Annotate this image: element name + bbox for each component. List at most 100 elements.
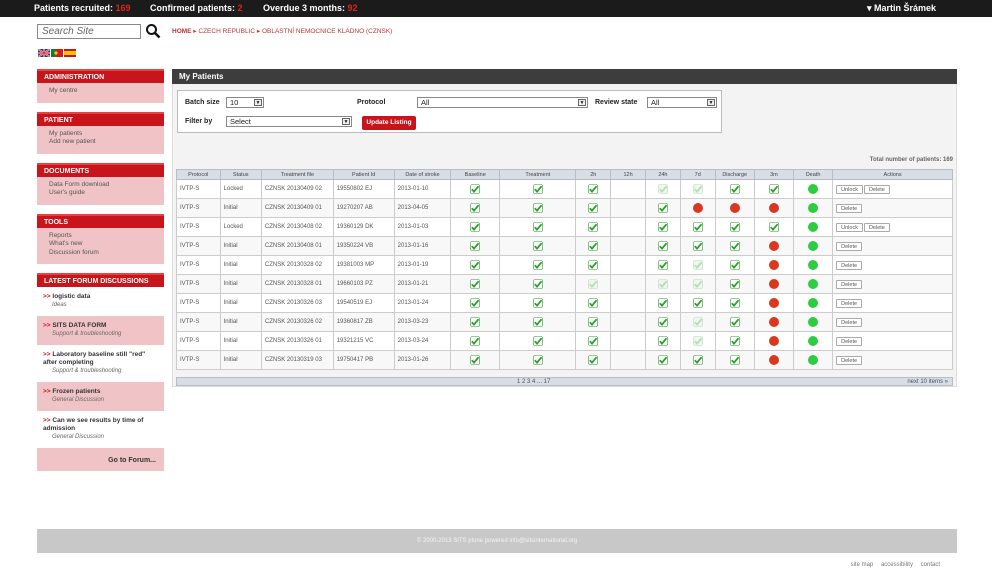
status-cell[interactable] [575,179,612,199]
portugal-flag-icon[interactable] [51,49,63,57]
status-cell[interactable] [679,236,716,256]
delete-button[interactable]: Delete [836,279,863,289]
column-header[interactable]: Date of stroke [393,169,452,180]
status-cell[interactable] [645,198,681,218]
column-header[interactable]: Actions [832,169,953,180]
status-cell[interactable] [645,255,681,275]
status-cell[interactable] [575,274,612,294]
status-cell[interactable] [575,217,612,237]
site-map-link[interactable]: site map [851,562,874,568]
status-cell[interactable] [645,312,681,332]
status-cell[interactable] [499,198,577,218]
status-cell[interactable] [714,350,755,370]
status-cell[interactable] [679,312,716,332]
protocol-select[interactable]: All ▼ [417,97,588,108]
status-cell[interactable] [499,293,577,313]
cell-file[interactable]: CZNSK 20130326 02 [260,312,334,332]
delete-button[interactable]: Delete [836,298,863,308]
status-cell[interactable] [753,312,794,332]
forum-item[interactable]: >> SITS DATA FORM Support & troubleshooti… [37,316,164,345]
table-row[interactable]: IVTP-S Initial CZNSK 20130408 01 19350224 V… [176,236,953,256]
column-header[interactable]: Death [792,169,834,180]
table-row[interactable]: IVTP-S Initial CZNSK 20130328 02 19381003 M… [176,255,953,275]
status-cell[interactable] [645,236,681,256]
forum-item-title[interactable]: Frozen patients [52,388,100,395]
table-row[interactable]: IVTP-S Initial CZNSK 20130328 01 19660103 P… [176,274,953,294]
forum-item[interactable]: >> logistic data Ideas [37,287,164,316]
forum-item[interactable]: >> Can we see results by time of admissi… [37,411,164,448]
table-row[interactable]: IVTP-S Initial CZNSK 20130409 01 19270207 A… [176,198,953,218]
breadcrumb-centre[interactable]: OBLASTNÍ NEMOCNICE KLADNO (CZNSK) [262,28,392,35]
forum-item-title[interactable]: SITS DATA FORM [52,322,106,329]
status-cell[interactable] [714,293,755,313]
status-cell[interactable] [753,198,794,218]
delete-button[interactable]: Delete [836,241,863,251]
status-cell[interactable] [714,198,755,218]
cell-file[interactable]: CZNSK 20130408 02 [260,217,334,237]
status-cell[interactable] [499,274,577,294]
contact-link[interactable]: contact [921,562,940,568]
status-cell[interactable] [714,274,755,294]
cell-file[interactable]: CZNSK 20130328 02 [260,255,334,275]
spain-flag-icon[interactable] [64,49,76,57]
status-cell[interactable] [450,312,501,332]
delete-button[interactable]: Delete [836,336,863,346]
status-cell[interactable] [714,179,755,199]
breadcrumb-country[interactable]: CZECH REPUBLIC [198,28,255,35]
table-row[interactable]: IVTP-S Locked CZNSK 20130408 02 19360129 DK… [176,217,953,237]
delete-button[interactable]: Delete [863,184,890,194]
status-cell[interactable] [450,274,501,294]
column-header[interactable]: 3m [753,169,794,180]
status-cell[interactable] [679,350,716,370]
status-cell[interactable] [450,331,501,351]
cell-file[interactable]: CZNSK 20130409 02 [260,179,334,199]
table-row[interactable]: IVTP-S Locked CZNSK 20130409 02 19550802 EJ… [176,179,953,199]
status-cell[interactable] [679,255,716,275]
status-cell[interactable] [792,217,834,237]
status-cell[interactable] [792,293,834,313]
status-cell[interactable] [450,350,501,370]
status-cell[interactable] [714,236,755,256]
review-state-select[interactable]: All ▼ [647,97,717,108]
cell-file[interactable]: CZNSK 20130328 01 [260,274,334,294]
uk-flag-icon[interactable] [38,49,50,57]
status-cell[interactable] [575,293,612,313]
table-row[interactable]: IVTP-S Initial CZNSK 20130326 03 19540519 E… [176,293,953,313]
status-cell[interactable] [645,179,681,199]
sidebar-item-my-patients[interactable]: My patients [49,130,152,139]
delete-button[interactable]: Delete [836,317,863,327]
sidebar-item-whats-new[interactable]: What's new [49,240,152,249]
status-cell[interactable] [792,274,834,294]
status-cell[interactable] [575,312,612,332]
next-page-link[interactable]: next 10 items » [907,378,948,386]
batch-size-select[interactable]: 10 ▼ [226,97,264,108]
column-header[interactable]: Treatment [499,169,577,180]
status-cell[interactable] [792,236,834,256]
status-cell[interactable] [753,179,794,199]
status-cell[interactable] [753,331,794,351]
status-cell[interactable] [645,293,681,313]
status-cell[interactable] [679,179,716,199]
status-cell[interactable] [645,331,681,351]
sidebar-item-my-centre[interactable]: My centre [49,87,152,96]
status-cell[interactable] [753,293,794,313]
sidebar-item-users-guide[interactable]: User's guide [49,189,152,198]
table-row[interactable]: IVTP-S Initial CZNSK 20130326 01 19321215 V… [176,331,953,351]
status-cell[interactable] [645,350,681,370]
status-cell[interactable] [499,236,577,256]
status-cell[interactable] [450,198,501,218]
delete-button[interactable]: Delete [836,260,863,270]
column-header[interactable]: Protocol [176,169,221,180]
status-cell[interactable] [645,274,681,294]
status-cell[interactable] [714,255,755,275]
status-cell[interactable] [679,274,716,294]
status-cell[interactable] [575,198,612,218]
forum-item[interactable]: >> Frozen patients General Discussion [37,382,164,411]
status-cell[interactable] [792,331,834,351]
status-cell[interactable] [753,255,794,275]
status-cell[interactable] [792,179,834,199]
sidebar-item-add-patient[interactable]: Add new patient [49,138,152,147]
status-cell[interactable] [499,312,577,332]
status-cell[interactable] [792,312,834,332]
unlock-button[interactable]: Unlock [836,184,863,194]
